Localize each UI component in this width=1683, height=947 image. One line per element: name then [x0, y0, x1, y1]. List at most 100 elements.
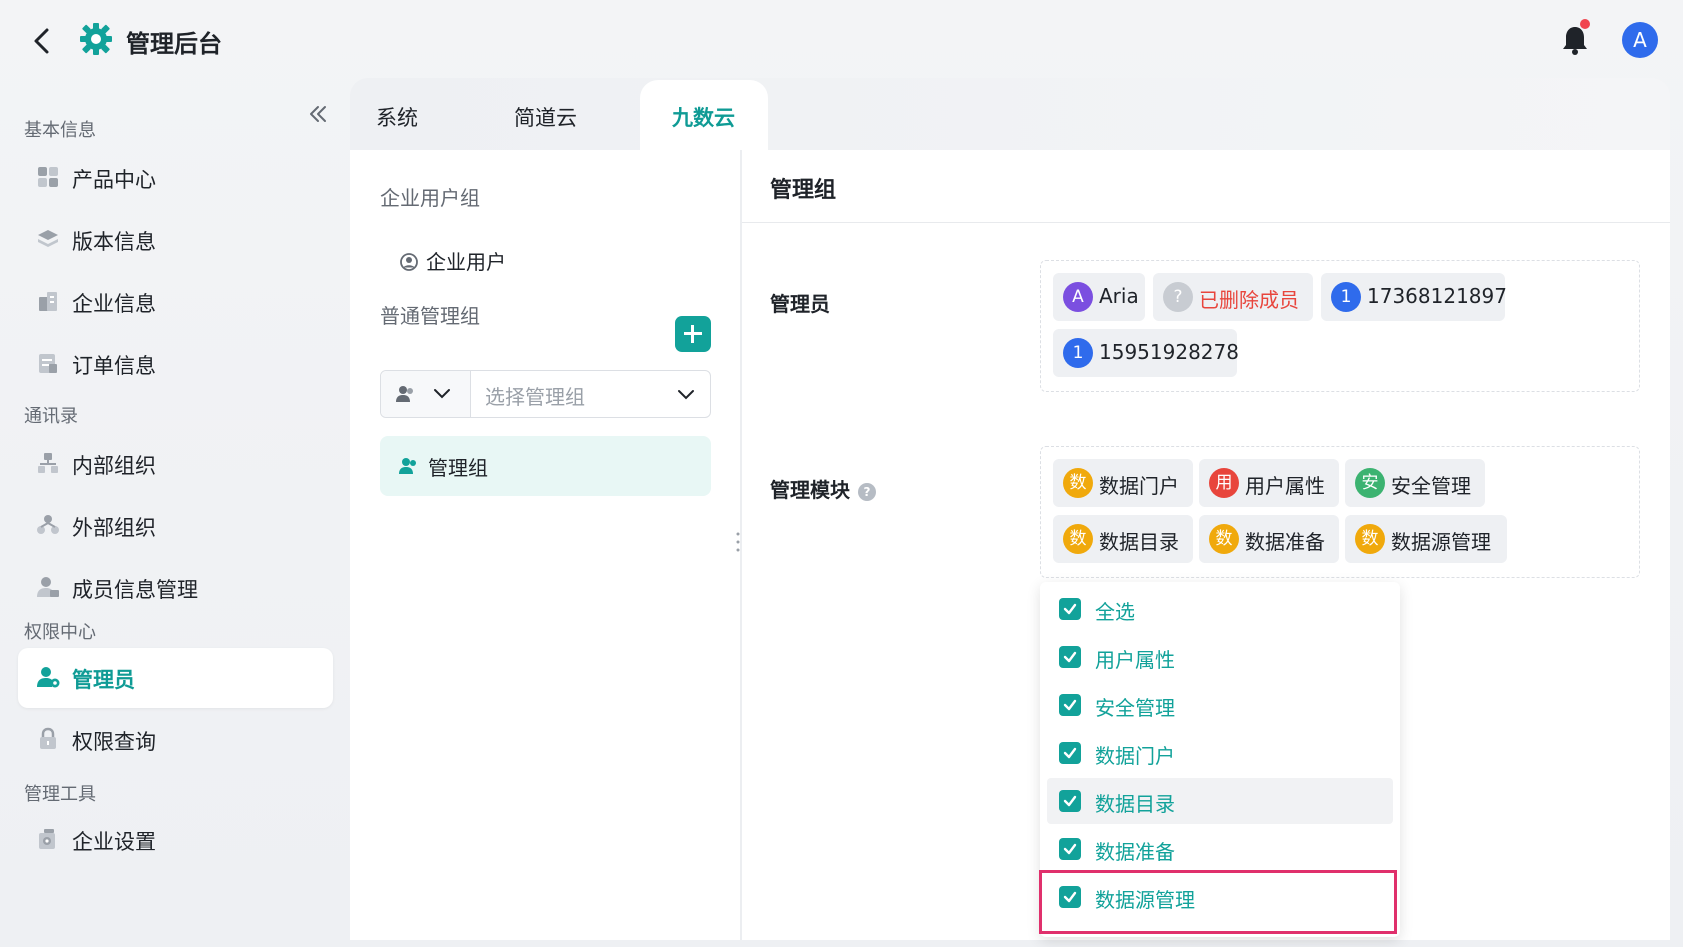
sidebar-item-permission-query[interactable]: 权限查询: [18, 710, 333, 770]
admin-chip[interactable]: 1 15951928278: [1053, 329, 1239, 377]
chevron-down-icon[interactable]: [677, 388, 695, 402]
chevron-down-icon: [434, 389, 450, 399]
dropdown-option[interactable]: 数据准备: [1047, 826, 1393, 872]
module-name: 安全管理: [1391, 474, 1471, 498]
building-icon: [36, 289, 60, 313]
checkbox-checked-icon[interactable]: [1059, 694, 1081, 716]
external-org-icon: [36, 513, 60, 537]
module-name: 用户属性: [1245, 474, 1325, 498]
select-group-placeholder[interactable]: 选择管理组: [485, 381, 585, 410]
admin-name: 15951928278: [1099, 340, 1239, 364]
document-icon: [36, 351, 60, 375]
back-arrow-icon[interactable]: [28, 26, 56, 56]
tab-jiandaoyun[interactable]: 简道云: [514, 102, 577, 132]
dropdown-option[interactable]: 数据门户: [1047, 730, 1393, 776]
sidebar-item-external-org[interactable]: 外部组织: [18, 496, 333, 556]
tab-jiushuyun[interactable]: 九数云: [672, 102, 735, 132]
people-icon: [399, 458, 416, 474]
module-name: 数据源管理: [1391, 530, 1491, 554]
admin-icon: [36, 665, 60, 689]
sidebar-item-product-center[interactable]: 产品中心: [18, 148, 333, 208]
module-chip[interactable]: 数 数据源管理: [1345, 515, 1507, 563]
unknown-user-icon: ?: [1163, 282, 1193, 312]
admin-name: 17368121897: [1367, 284, 1507, 308]
sidebar-item-label: 产品中心: [72, 168, 156, 192]
dropdown-option[interactable]: 数据目录: [1047, 778, 1393, 824]
section-title-tools: 管理工具: [24, 784, 96, 805]
app-title: 管理后台: [126, 30, 222, 58]
gear-logo-icon: [80, 22, 112, 56]
checkbox-checked-icon[interactable]: [1059, 790, 1081, 812]
dropdown-option-select-all[interactable]: 全选: [1047, 586, 1393, 632]
module-name: 数据门户: [1099, 474, 1179, 498]
module-badge: 数: [1209, 524, 1239, 554]
avatar: 1: [1331, 282, 1361, 312]
dropdown-option-label: 数据门户: [1095, 744, 1175, 768]
sidebar-item-order-info[interactable]: 订单信息: [18, 334, 333, 394]
module-name: 数据准备: [1245, 530, 1325, 554]
dropdown-option[interactable]: 用户属性: [1047, 634, 1393, 680]
sidebar-item-label: 版本信息: [72, 230, 156, 254]
tab-system[interactable]: 系统: [376, 102, 418, 132]
admins-chip-box[interactable]: A Aria ? 已删除成员 1 17368121897 1 159519282…: [1040, 260, 1640, 392]
sidebar-item-internal-org[interactable]: 内部组织: [18, 434, 333, 494]
sidebar-item-enterprise-settings[interactable]: 企业设置: [18, 810, 333, 870]
group-item-admin-group[interactable]: 管理组: [380, 436, 711, 496]
dropdown-option[interactable]: 安全管理: [1047, 682, 1393, 728]
sidebar-item-label: 成员信息管理: [72, 578, 198, 602]
checkbox-checked-icon[interactable]: [1059, 838, 1081, 860]
people-icon: [396, 386, 413, 402]
module-badge: 数: [1063, 468, 1093, 498]
user-avatar[interactable]: A: [1622, 22, 1658, 58]
admin-chip[interactable]: 1 17368121897: [1321, 273, 1507, 321]
collapse-sidebar-icon[interactable]: [306, 102, 330, 126]
checkbox-checked-icon[interactable]: [1059, 742, 1081, 764]
admin-chip-deleted[interactable]: ? 已删除成员: [1153, 273, 1313, 321]
checkbox-checked-icon[interactable]: [1059, 598, 1081, 620]
enterprise-user-label: 企业用户: [426, 250, 506, 274]
admins-label: 管理员: [770, 292, 830, 316]
sidebar-item-label: 企业信息: [72, 292, 156, 316]
module-chip[interactable]: 数 数据门户: [1053, 459, 1193, 507]
sidebar-item-enterprise-info[interactable]: 企业信息: [18, 272, 333, 332]
module-chip[interactable]: 用 用户属性: [1199, 459, 1339, 507]
sidebar-item-version-info[interactable]: 版本信息: [18, 210, 333, 270]
section-title-basic: 基本信息: [24, 120, 96, 141]
admin-chip[interactable]: A Aria: [1053, 273, 1145, 321]
checkbox-checked-icon[interactable]: [1059, 646, 1081, 668]
detail-title: 管理组: [770, 178, 837, 203]
modules-label-text: 管理模块: [770, 478, 850, 502]
modules-label: 管理模块?: [770, 474, 876, 503]
dropdown-option-label: 全选: [1095, 600, 1135, 624]
modules-chip-box[interactable]: 数 数据门户 用 用户属性 安 安全管理 数 数据目录 数 数据准备 数 数据源…: [1040, 446, 1640, 578]
add-group-button[interactable]: [675, 316, 711, 352]
help-icon[interactable]: ?: [858, 483, 876, 501]
enterprise-group-title: 企业用户组: [380, 186, 480, 210]
user-circle-icon: [400, 252, 418, 271]
dropdown-option-label: 安全管理: [1095, 696, 1175, 720]
module-chip[interactable]: 安 安全管理: [1345, 459, 1485, 507]
dropdown-option-label: 数据目录: [1095, 792, 1175, 816]
app-window: 管理后台 A 基本信息 产品中心 版本信息 企业信息 订单信息 通讯录 内部组织…: [0, 0, 1683, 947]
sidebar-item-label: 企业设置: [72, 830, 156, 854]
module-chip[interactable]: 数 数据目录: [1053, 515, 1193, 563]
avatar: 1: [1063, 338, 1093, 368]
notification-dot: [1580, 19, 1590, 29]
section-title-permissions: 权限中心: [24, 622, 96, 643]
member-icon: [36, 575, 60, 599]
module-badge: 用: [1209, 468, 1239, 498]
sidebar-item-label: 管理员: [72, 668, 135, 692]
group-item-label: 管理组: [428, 456, 488, 480]
sidebar-item-member-info[interactable]: 成员信息管理: [18, 558, 333, 618]
grid-icon: [36, 165, 60, 189]
sidebar-item-admin[interactable]: 管理员: [18, 648, 333, 708]
enterprise-user-item[interactable]: 企业用户: [400, 246, 506, 275]
module-chip[interactable]: 数 数据准备: [1199, 515, 1339, 563]
lock-icon: [36, 727, 60, 751]
avatar: A: [1063, 282, 1093, 312]
sidebar-item-label: 订单信息: [72, 354, 156, 378]
group-type-selector[interactable]: [381, 371, 471, 417]
module-name: 数据目录: [1099, 530, 1179, 554]
module-badge: 数: [1063, 524, 1093, 554]
sidebar-item-label: 内部组织: [72, 454, 156, 478]
